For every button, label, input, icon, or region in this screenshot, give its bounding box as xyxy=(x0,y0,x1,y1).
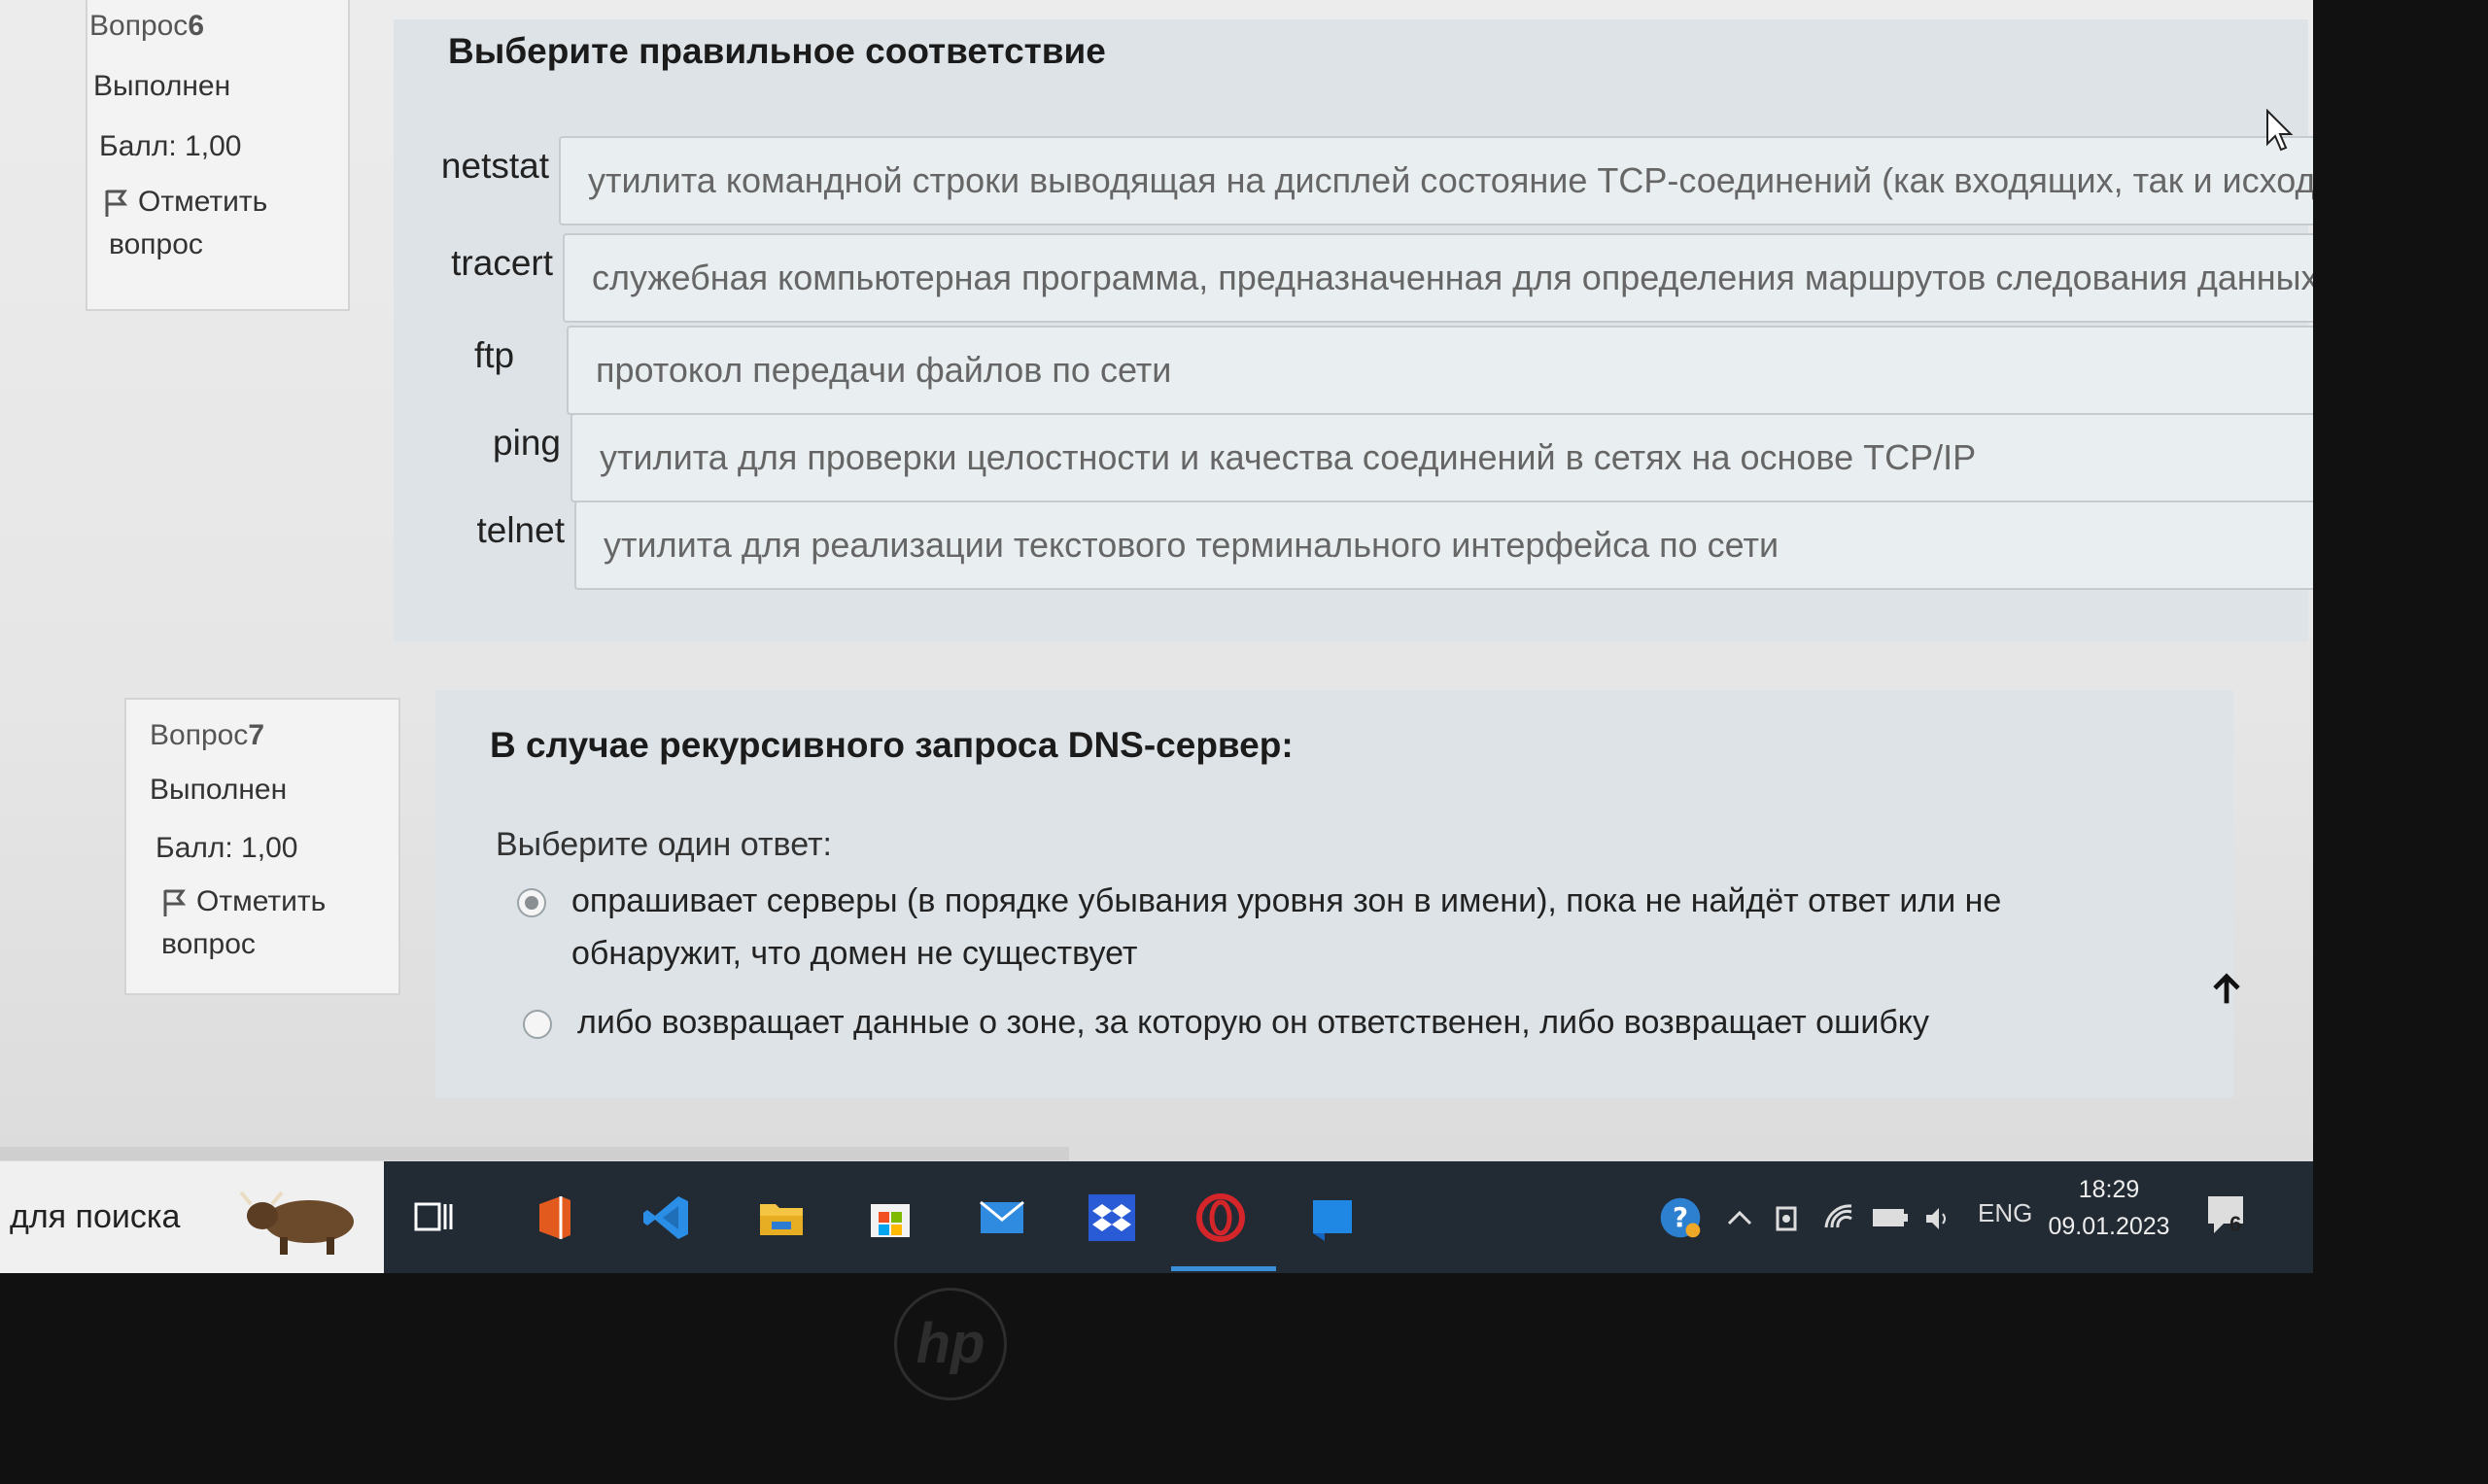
mail-icon[interactable] xyxy=(977,1192,1027,1243)
question-title: В случае рекурсивного запроса DNS-сервер… xyxy=(490,725,1294,765)
question-score: Балл: 1,00 xyxy=(99,130,242,162)
match-answer-select[interactable]: протокол передачи файлов по сети xyxy=(567,326,2313,415)
match-answer-select[interactable]: служебная компьютерная программа, предна… xyxy=(563,233,2313,323)
chevron-up-icon[interactable] xyxy=(1725,1204,1754,1233)
active-app-indicator xyxy=(1171,1266,1276,1271)
match-row-ping: ping утилита для проверки целостности и … xyxy=(425,413,2313,502)
flag-label: Отметить xyxy=(138,186,268,218)
answer-option-text: либо возвращает данные о зоне, за котору… xyxy=(577,1004,1930,1041)
answer-option-1[interactable]: опрашивает серверы (в порядке убывания у… xyxy=(517,875,2001,980)
question-label: Вопрос xyxy=(150,719,249,751)
opera-icon[interactable] xyxy=(1195,1192,1246,1243)
answer-option-2[interactable]: либо возвращает данные о зоне, за котору… xyxy=(523,996,1929,1049)
match-answer-select[interactable]: утилита командной строки выводящая на ди… xyxy=(559,136,2313,225)
language-indicator[interactable]: ENG xyxy=(1978,1198,2032,1228)
question-number: Вопрос6 xyxy=(87,10,348,43)
mouse-cursor-icon xyxy=(2266,109,2294,152)
scroll-to-top-icon[interactable] xyxy=(2209,972,2244,1007)
question-status: Выполнен xyxy=(150,774,288,806)
question-number: Вопрос7 xyxy=(150,719,398,752)
wifi-icon[interactable] xyxy=(1822,1202,1855,1231)
question-number-value: 6 xyxy=(188,10,204,42)
question-status: Выполнен xyxy=(93,70,231,102)
flag-label-2: вопрос xyxy=(161,928,256,960)
match-answer-select[interactable]: утилита для реализации текстового термин… xyxy=(574,500,2313,590)
hp-logo: hp xyxy=(894,1288,1007,1400)
bull-icon xyxy=(239,1191,354,1255)
match-term: telnet xyxy=(476,510,565,550)
horizontal-scrollbar[interactable] xyxy=(0,1147,1069,1160)
device-icon[interactable] xyxy=(1774,1202,1803,1235)
radio-unselected[interactable] xyxy=(523,1010,552,1039)
flag-icon xyxy=(105,190,128,217)
question-6-info: Вопрос6 Выполнен Балл: 1,00 Отметить воп… xyxy=(86,0,350,311)
match-answer-select[interactable]: утилита для проверки целостности и качес… xyxy=(570,413,2313,502)
answer-prompt: Выберите один ответ: xyxy=(496,826,832,863)
clock-date: 09.01.2023 xyxy=(2048,1213,2170,1240)
match-term: netstat xyxy=(440,146,549,186)
blue-app-icon[interactable] xyxy=(1307,1192,1358,1243)
clock-time: 18:29 xyxy=(2078,1176,2140,1203)
match-row-telnet: telnet утилита для реализации текстового… xyxy=(429,500,2313,590)
battery-icon[interactable] xyxy=(1871,1206,1910,1229)
answer-option-text: опрашивает серверы (в порядке убывания у… xyxy=(571,882,2002,919)
volume-icon[interactable] xyxy=(1922,1204,1952,1233)
match-term: tracert xyxy=(451,243,553,283)
question-score: Балл: 1,00 xyxy=(156,832,298,864)
question-title: Выберите правильное соответствие xyxy=(448,31,1106,71)
question-6-card: Выберите правильное соответствие netstat… xyxy=(394,19,2313,641)
clock[interactable]: 18:29 09.01.2023 xyxy=(2046,1171,2172,1245)
help-icon[interactable]: ? xyxy=(1657,1194,1704,1241)
question-number-value: 7 xyxy=(248,719,264,751)
flag-icon xyxy=(163,889,187,916)
flag-question-button[interactable]: Отметить вопрос xyxy=(161,880,398,966)
match-row-ftp: ftp протокол передачи файлов по сети xyxy=(421,326,2313,415)
taskbar: для поиска ? ENG 18:29 09.01.2023 6 xyxy=(0,1161,2313,1273)
match-row-netstat: netstat утилита командной строки выводящ… xyxy=(413,136,2313,225)
svg-text:?: ? xyxy=(1673,1201,1688,1233)
flag-label: Отметить xyxy=(196,885,327,917)
answer-option-text-cont: обнаружит, что домен не существует xyxy=(571,935,1138,972)
question-label: Вопрос xyxy=(89,10,189,42)
question-7-card: В случае рекурсивного запроса DNS-сервер… xyxy=(435,690,2240,1098)
radio-selected[interactable] xyxy=(517,888,546,917)
match-row-tracert: tracert служебная компьютерная программа… xyxy=(417,233,2313,323)
match-term: ping xyxy=(493,423,561,463)
microsoft-store-icon[interactable] xyxy=(865,1192,916,1243)
browser-screen: Вопрос6 Выполнен Балл: 1,00 Отметить воп… xyxy=(0,0,2313,1161)
question-7-info: Вопрос7 Выполнен Балл: 1,00 Отметить воп… xyxy=(124,698,400,995)
vscode-icon[interactable] xyxy=(641,1192,692,1243)
file-explorer-icon[interactable] xyxy=(756,1192,807,1243)
office-icon[interactable] xyxy=(530,1192,580,1243)
notification-center-button[interactable]: 6 xyxy=(2204,1191,2247,1239)
dropbox-icon[interactable] xyxy=(1087,1192,1137,1243)
flag-label-2: вопрос xyxy=(109,228,203,260)
flag-question-button[interactable]: Отметить вопрос xyxy=(103,181,348,266)
notification-count: 6 xyxy=(2229,1212,2242,1236)
task-view-icon[interactable] xyxy=(408,1192,459,1243)
